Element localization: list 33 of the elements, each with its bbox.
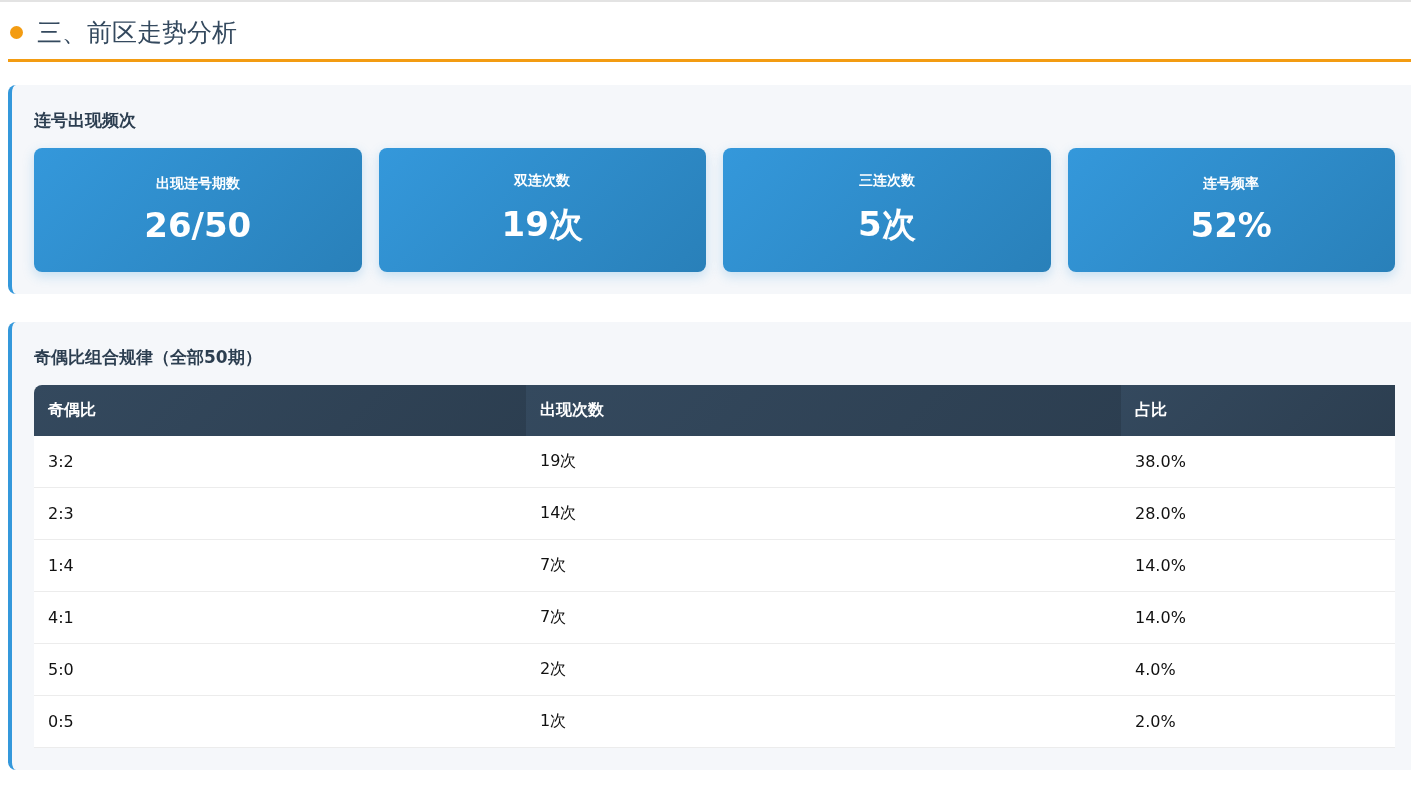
table-cell: 14次	[526, 487, 1121, 540]
column-header: 出现次数	[526, 385, 1121, 436]
stat-label: 出现连号期数	[155, 175, 240, 193]
table-cell: 14.0%	[1121, 591, 1395, 644]
table-cell: 2次	[526, 643, 1121, 696]
column-header: 奇偶比	[34, 385, 526, 436]
stat-value: 5次	[857, 203, 916, 246]
stat-value: 19次	[501, 203, 583, 246]
panel-title: 奇偶比组合规律（全部50期）	[34, 346, 263, 369]
bullet-icon	[10, 26, 23, 39]
table-cell: 7次	[526, 591, 1121, 644]
table-cell: 2:3	[34, 487, 526, 540]
table-cell: 0:5	[34, 695, 526, 748]
table-cell: 5:0	[34, 643, 526, 696]
table-cell: 28.0%	[1121, 487, 1395, 540]
column-header: 占比	[1121, 385, 1395, 436]
table-cell: 14.0%	[1121, 539, 1395, 592]
section-title: 三、前区走势分析	[37, 17, 237, 49]
table-cell: 38.0%	[1121, 436, 1395, 488]
table-cell: 2.0%	[1121, 695, 1395, 748]
stat-label: 连号频率	[1203, 175, 1260, 193]
table-cell: 4:1	[34, 591, 526, 644]
stat-value: 52%	[1190, 205, 1272, 245]
table-cell: 1:4	[34, 539, 526, 592]
table-cell: 19次	[526, 436, 1121, 488]
table-cell: 7次	[526, 539, 1121, 592]
table-cell: 4.0%	[1121, 643, 1395, 696]
stat-label: 双连次数	[514, 172, 571, 190]
stat-label: 三连次数	[858, 172, 915, 190]
table-cell: 1次	[526, 695, 1121, 748]
table-cell: 3:2	[34, 436, 526, 488]
panel-title: 连号出现频次	[34, 109, 137, 132]
stat-value: 26/50	[144, 205, 252, 245]
